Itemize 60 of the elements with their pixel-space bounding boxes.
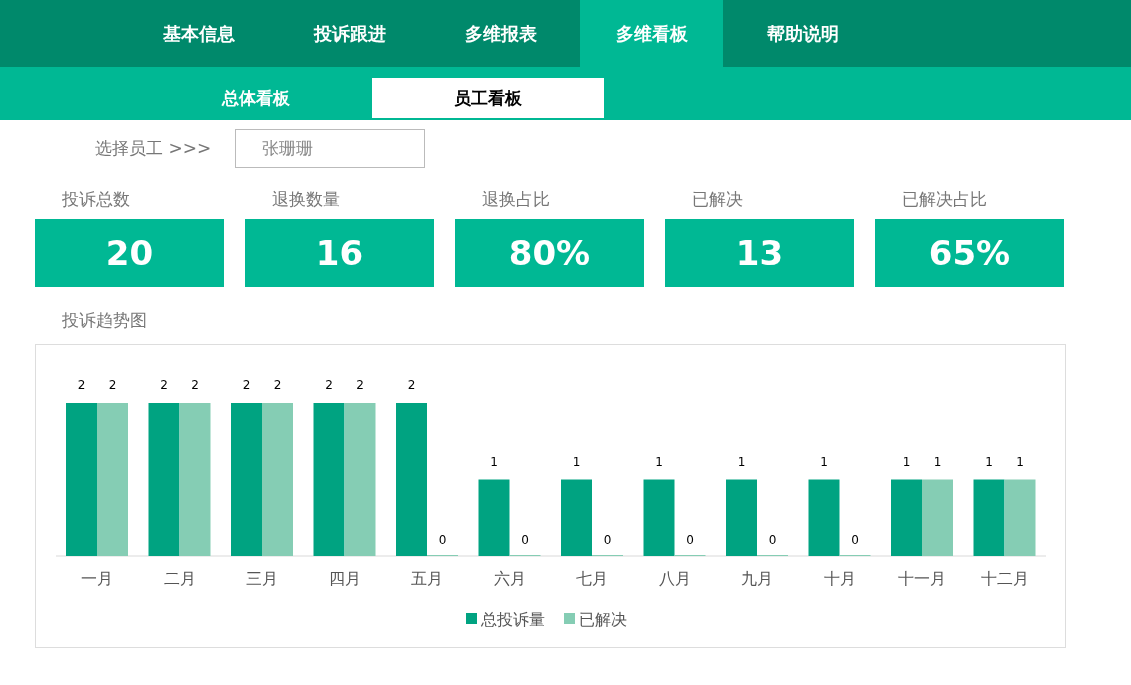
- kpi-value: 20: [35, 219, 224, 287]
- employee-select-field[interactable]: 张珊珊: [235, 129, 426, 168]
- month-label: 九月: [741, 569, 773, 588]
- kpi-value: 80%: [455, 219, 644, 287]
- kpi-value: 16: [245, 219, 434, 287]
- chart-title: 投诉趋势图: [61, 309, 148, 332]
- data-label: 0: [521, 533, 529, 547]
- kpi-value: 13: [665, 219, 854, 287]
- month-label: 七月: [576, 569, 608, 588]
- month-label: 六月: [493, 569, 526, 588]
- legend-label: 已解决: [579, 610, 627, 629]
- data-label: 0: [768, 533, 777, 547]
- data-label: 2: [407, 378, 416, 392]
- data-label: 1: [737, 454, 746, 469]
- data-label: 1: [985, 454, 993, 469]
- month-label: 五月: [411, 569, 443, 588]
- data-label: 2: [242, 378, 251, 392]
- kpi-label: 投诉总数: [61, 188, 131, 211]
- legend-swatch: [564, 613, 575, 624]
- month-label: 八月: [658, 569, 691, 588]
- data-label: 0: [603, 533, 612, 547]
- legend-label: 总投诉量: [481, 610, 545, 629]
- month-label: 十一月: [898, 569, 946, 588]
- sub-tab[interactable]: 总体看板: [140, 78, 372, 118]
- kpi-label: 已解决占比: [901, 188, 988, 211]
- nav-tab[interactable]: 多维看板: [580, 0, 723, 67]
- data-label: 2: [356, 378, 364, 392]
- month-label: 十月: [823, 569, 856, 588]
- legend-swatch: [466, 613, 477, 624]
- data-label: 2: [160, 378, 168, 392]
- kpi-value: 65%: [875, 219, 1064, 287]
- data-label: 1: [572, 454, 581, 469]
- kpi-label: 退换数量: [271, 188, 341, 211]
- data-label: 2: [77, 378, 86, 392]
- month-label: 二月: [163, 569, 196, 588]
- selector-label: 选择员工 >>>: [95, 137, 212, 160]
- nav-tab[interactable]: 帮助说明: [731, 0, 874, 67]
- data-label: 2: [325, 378, 333, 392]
- kpi-label: 退换占比: [481, 188, 551, 211]
- data-label: 0: [851, 533, 859, 547]
- nav-tab[interactable]: 投诉跟进: [278, 0, 421, 67]
- data-label: 1: [933, 454, 942, 469]
- data-label: 1: [820, 454, 828, 469]
- kpi-label: 已解决: [691, 188, 744, 211]
- month-label: 四月: [328, 569, 361, 588]
- data-label: 0: [438, 533, 447, 547]
- data-label: 2: [191, 378, 199, 392]
- data-label: 1: [1016, 454, 1024, 469]
- data-label: 2: [273, 378, 282, 392]
- nav-tab[interactable]: 多维报表: [429, 0, 572, 67]
- nav-tab[interactable]: 基本信息: [127, 0, 270, 67]
- month-label: 一月: [81, 569, 113, 588]
- data-label: 2: [108, 378, 117, 392]
- data-label: 1: [902, 454, 911, 469]
- month-label: 十二月: [980, 569, 1029, 588]
- data-label: 1: [655, 454, 663, 469]
- sub-tab[interactable]: 员工看板: [372, 78, 604, 118]
- month-label: 三月: [246, 569, 278, 588]
- data-label: 1: [490, 454, 498, 469]
- data-label: 0: [686, 533, 694, 547]
